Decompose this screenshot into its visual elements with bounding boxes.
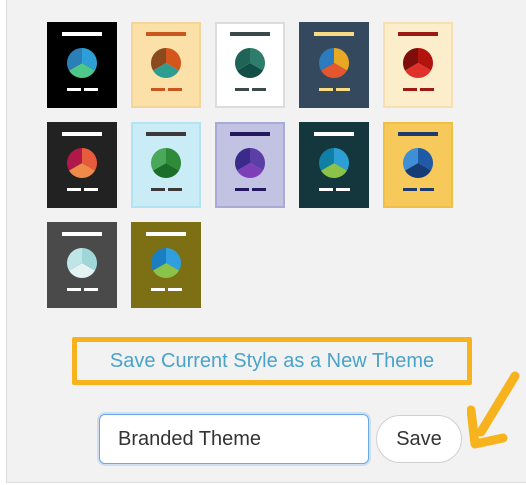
theme-tile[interactable]	[299, 122, 369, 208]
theme-tile[interactable]	[299, 22, 369, 108]
theme-tile[interactable]	[131, 222, 201, 308]
theme-preview-icon	[230, 132, 270, 191]
highlight-box: Save Current Style as a New Theme	[72, 337, 472, 385]
theme-preview-icon	[62, 132, 102, 191]
theme-tile[interactable]	[215, 22, 285, 108]
arrow-icon	[467, 371, 520, 449]
theme-preview-icon	[314, 132, 354, 191]
theme-tile[interactable]	[131, 122, 201, 208]
theme-tile[interactable]	[383, 122, 453, 208]
save-button[interactable]: Save	[376, 415, 462, 463]
theme-preview-icon	[62, 232, 102, 291]
theme-tile[interactable]	[47, 22, 117, 108]
theme-preview-icon	[62, 32, 102, 91]
theme-name-input[interactable]	[99, 414, 369, 464]
theme-preview-icon	[146, 232, 186, 291]
theme-tile[interactable]	[47, 222, 117, 308]
theme-grid	[47, 22, 453, 308]
theme-tile[interactable]	[47, 122, 117, 208]
theme-preview-icon	[398, 32, 438, 91]
theme-panel: Save Current Style as a New Theme Save	[6, 0, 526, 483]
theme-preview-icon	[146, 132, 186, 191]
theme-preview-icon	[146, 32, 186, 91]
theme-preview-icon	[314, 32, 354, 91]
theme-preview-icon	[230, 32, 270, 91]
theme-preview-icon	[398, 132, 438, 191]
theme-tile[interactable]	[215, 122, 285, 208]
theme-tile[interactable]	[131, 22, 201, 108]
save-current-style-link[interactable]: Save Current Style as a New Theme	[110, 350, 434, 373]
theme-tile[interactable]	[383, 22, 453, 108]
